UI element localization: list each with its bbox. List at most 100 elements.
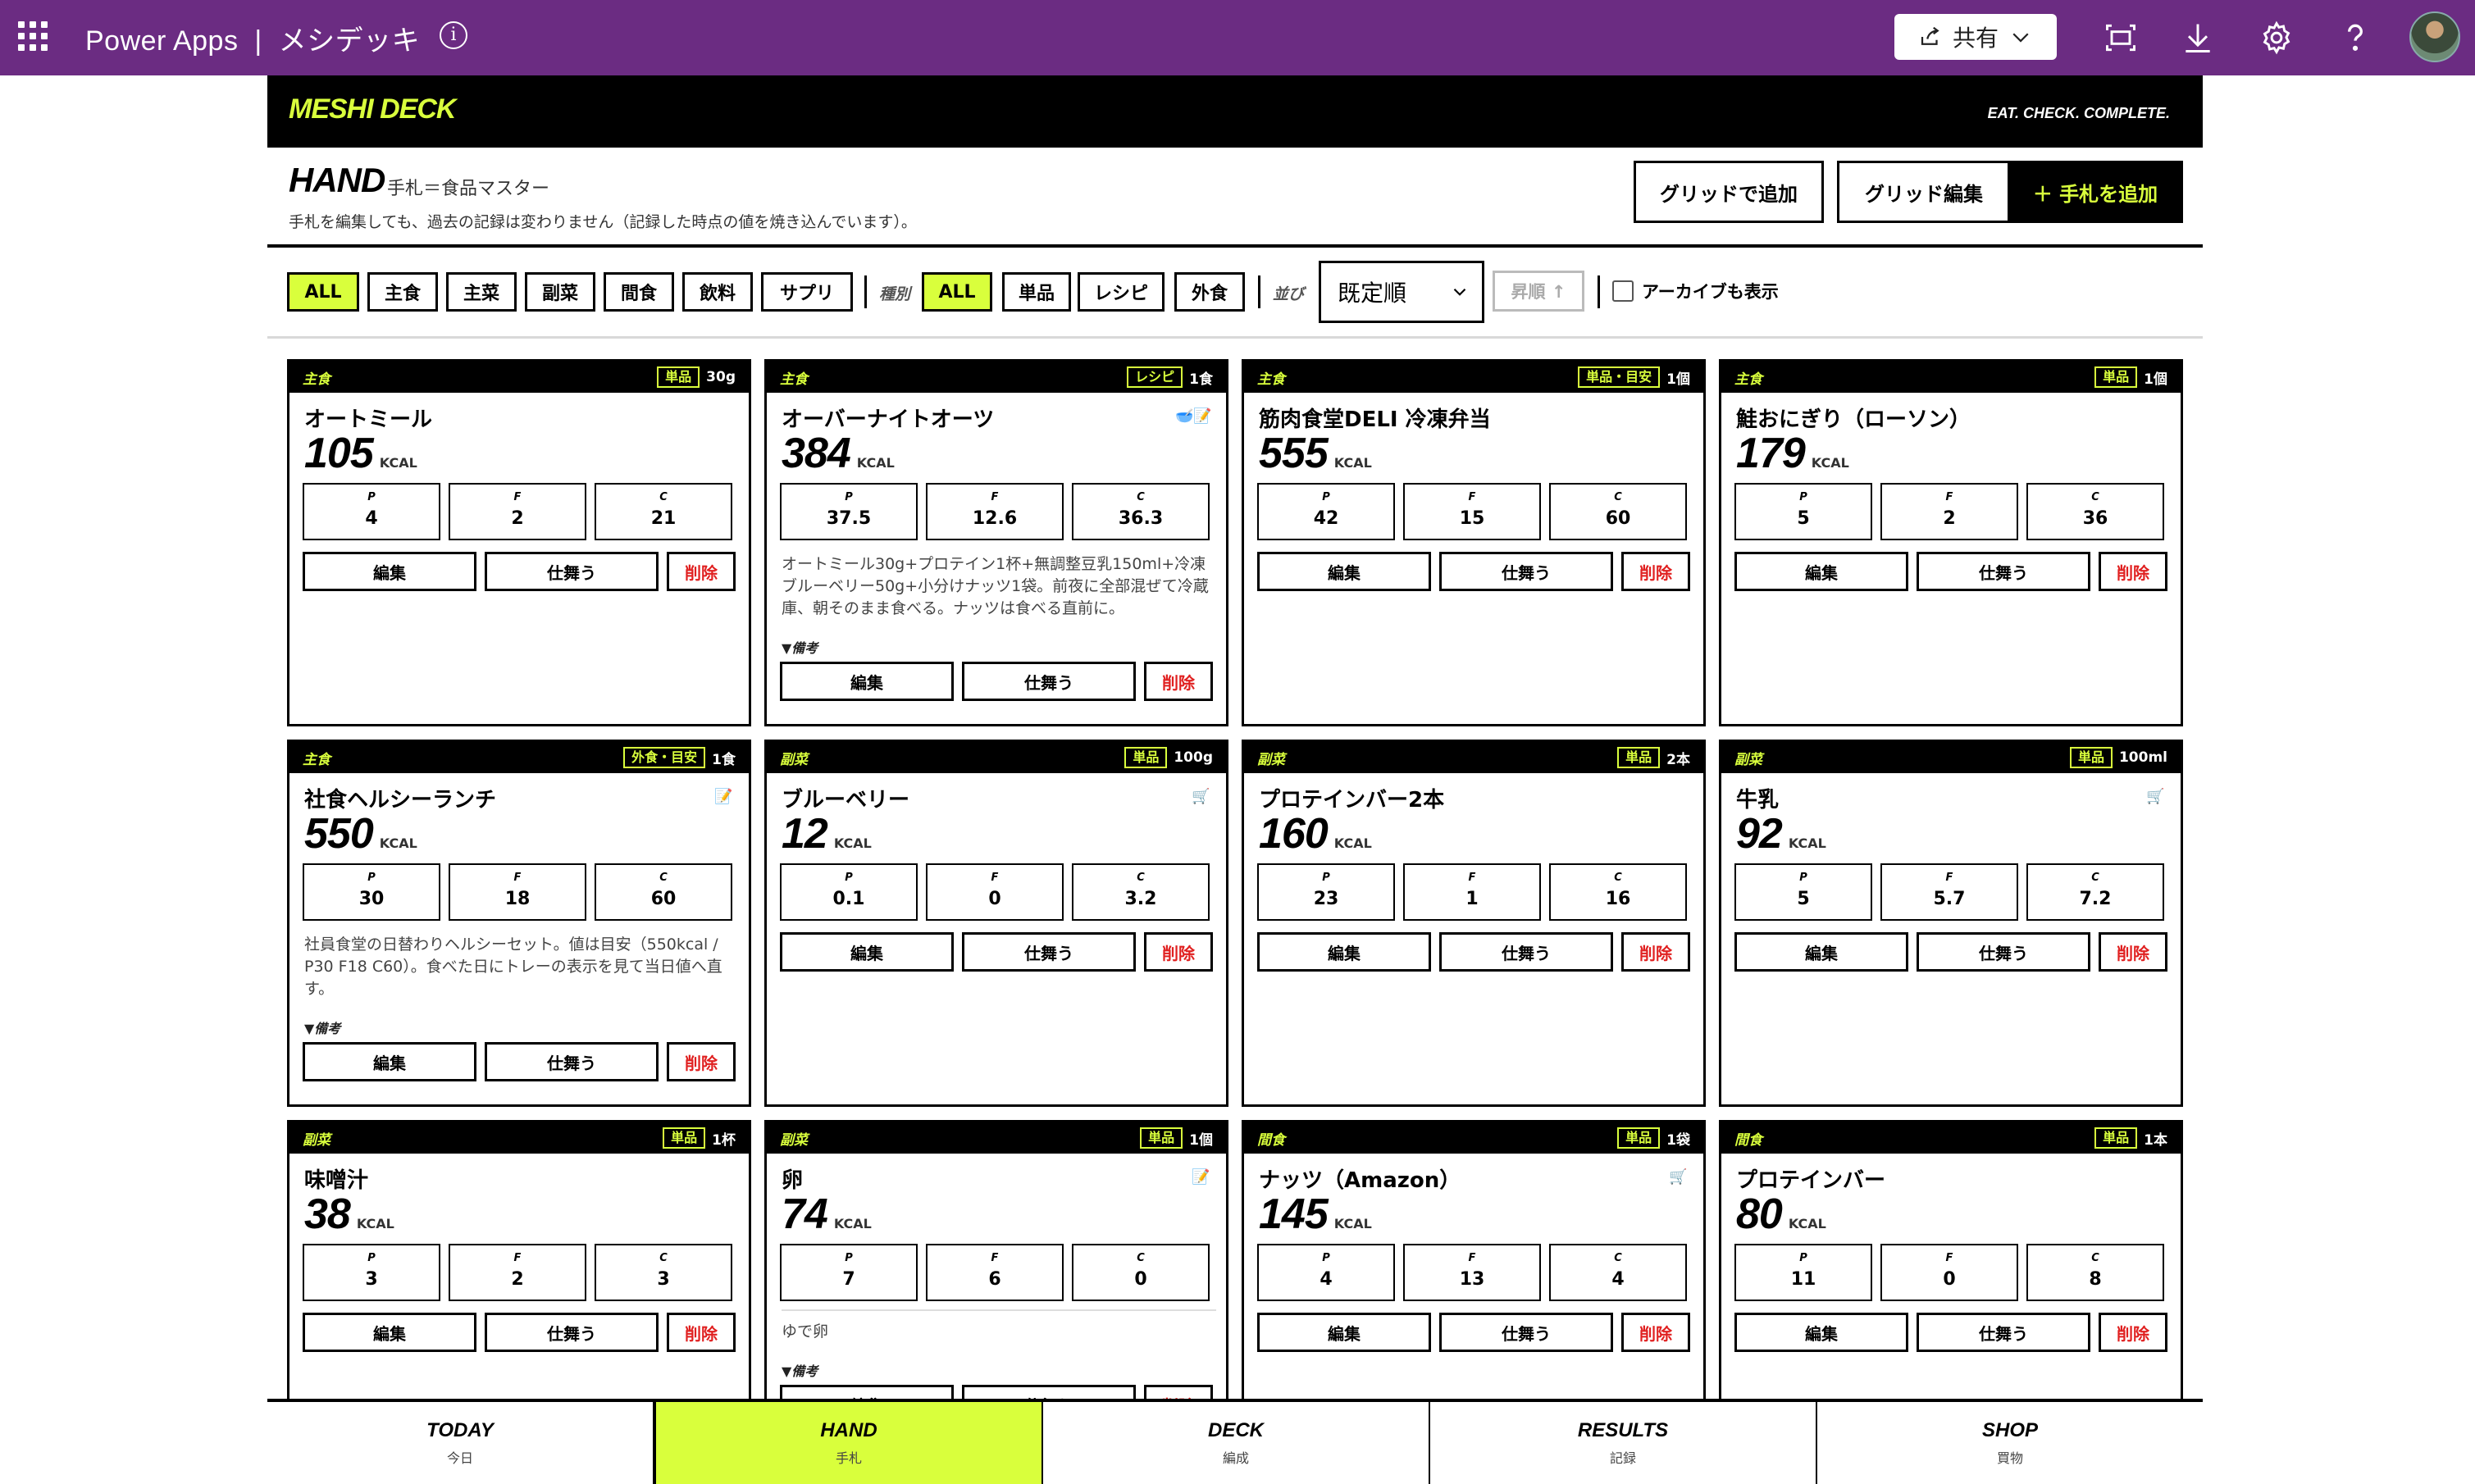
put-away-button[interactable]: 仕舞う	[1439, 552, 1613, 591]
card-memo: 社員食堂の日替わりヘルシーセット。値は目安（550kcal / P30 F18 …	[304, 935, 722, 998]
serving-unit: 1食	[712, 751, 736, 768]
put-away-button[interactable]: 仕舞う	[485, 1042, 659, 1081]
edit-button[interactable]: 編集	[1734, 552, 1908, 591]
filter-category-3[interactable]: 副菜	[525, 272, 595, 312]
filter-category-0[interactable]: ALL	[287, 272, 359, 312]
pfc-key: C	[659, 1252, 668, 1264]
put-away-button[interactable]: 仕舞う	[962, 662, 1136, 701]
grid-edit-button[interactable]: グリッド編集	[1837, 161, 2011, 223]
download-icon[interactable]	[2180, 20, 2216, 56]
card-actions: 編集仕舞う削除	[780, 932, 1213, 972]
nav-today[interactable]: TODAY 今日	[267, 1402, 654, 1484]
edit-button[interactable]: 編集	[1734, 1313, 1908, 1352]
pfc-cell-c: C 36	[2026, 483, 2164, 540]
put-away-button[interactable]: 仕舞う	[1917, 1313, 2090, 1352]
edit-button[interactable]: 編集	[1257, 932, 1431, 972]
pfc-cell-c: C 3.2	[1072, 863, 1210, 921]
add-card-button[interactable]: ＋ 手札を追加	[2008, 161, 2183, 223]
sort-asc-button[interactable]: 昇順 ↑	[1493, 271, 1584, 312]
delete-button[interactable]: 削除	[667, 1313, 736, 1352]
delete-button[interactable]: 削除	[667, 552, 736, 591]
archive-checkbox[interactable]	[1612, 280, 1634, 302]
nav-hand[interactable]: HAND 手札	[654, 1402, 1043, 1484]
put-away-button[interactable]: 仕舞う	[1917, 552, 2090, 591]
filter-kind-0[interactable]: ALL	[922, 272, 992, 312]
edit-button[interactable]: 編集	[303, 1313, 476, 1352]
edit-button[interactable]: 編集	[780, 662, 954, 701]
kcal-value: 74	[782, 1190, 828, 1238]
filter-category-2[interactable]: 主菜	[446, 272, 517, 312]
put-away-button[interactable]: 仕舞う	[1439, 1313, 1613, 1352]
food-card: 主食 単品 30g オートミール 105 KCAL P 4 F 2 C 21 編集 仕舞う 削除	[287, 359, 751, 726]
sort-select[interactable]: 既定順	[1319, 261, 1484, 323]
info-icon[interactable]: i	[440, 21, 467, 49]
card-memo: ゆで卵	[782, 1322, 829, 1341]
share-icon	[1921, 26, 1939, 45]
serving-unit: 1杯	[712, 1131, 736, 1149]
edit-button[interactable]: 編集	[303, 1042, 476, 1081]
put-away-button[interactable]: 仕舞う	[485, 552, 659, 591]
filter-category-6[interactable]: サプリ	[761, 272, 853, 312]
share-button[interactable]: 共有	[1894, 14, 2057, 60]
archive-label: アーカイブも表示	[1642, 282, 1779, 302]
remarks-toggle[interactable]: ▼備考	[304, 1017, 340, 1037]
kcal-label: KCAL	[379, 455, 417, 471]
card-header: 間食 単品 1袋	[1244, 1122, 1703, 1154]
serving-unit: 1個	[1189, 1131, 1213, 1149]
fit-screen-icon[interactable]	[2103, 20, 2139, 56]
delete-button[interactable]: 削除	[1621, 1313, 1690, 1352]
nav-deck[interactable]: DECK 編成	[1043, 1402, 1430, 1484]
delete-button[interactable]: 削除	[1144, 932, 1213, 972]
archive-toggle[interactable]: アーカイブも表示	[1612, 279, 1779, 303]
gear-icon[interactable]	[2258, 20, 2295, 56]
remarks-toggle[interactable]: ▼備考	[782, 637, 818, 657]
edit-button[interactable]: 編集	[303, 552, 476, 591]
avatar[interactable]	[2409, 11, 2460, 62]
put-away-button[interactable]: 仕舞う	[485, 1313, 659, 1352]
put-away-button[interactable]: 仕舞う	[1439, 932, 1613, 972]
chevron-down-icon	[1453, 288, 1466, 296]
put-away-button[interactable]: 仕舞う	[1917, 932, 2090, 972]
filter-kind-1[interactable]: 単品	[1002, 272, 1071, 312]
serving-unit: 1個	[1666, 371, 1690, 388]
delete-button[interactable]: 削除	[667, 1042, 736, 1081]
filter-category-4[interactable]: 間食	[604, 272, 674, 312]
edit-button[interactable]: 編集	[780, 932, 954, 972]
kind-badge: 単品・目安	[1578, 366, 1661, 388]
sort-value: 既定順	[1338, 280, 1407, 307]
put-away-button[interactable]: 仕舞う	[962, 932, 1136, 972]
delete-button[interactable]: 削除	[2099, 1313, 2167, 1352]
pfc-key: P	[845, 1252, 853, 1264]
edit-button[interactable]: 編集	[1257, 1313, 1431, 1352]
delete-button[interactable]: 削除	[1621, 932, 1690, 972]
pfc-key: F	[513, 491, 522, 503]
pfc-value: 8	[2089, 1269, 2102, 1290]
app-launcher-icon[interactable]	[18, 21, 48, 51]
delete-button[interactable]: 削除	[2099, 932, 2167, 972]
grid-add-button[interactable]: グリッドで追加	[1634, 161, 1824, 223]
delete-button[interactable]: 削除	[1144, 662, 1213, 701]
pfc-key: C	[1137, 1252, 1145, 1264]
filter-category-1[interactable]: 主食	[367, 272, 438, 312]
pfc-key: P	[367, 491, 376, 503]
help-icon[interactable]	[2337, 20, 2373, 56]
card-category: 主食	[1734, 371, 1762, 388]
edit-button[interactable]: 編集	[1734, 932, 1908, 972]
delete-button[interactable]: 削除	[1621, 552, 1690, 591]
pfc-value: 36	[2082, 508, 2108, 529]
pfc-value: 12.6	[972, 508, 1018, 529]
nav-shop[interactable]: SHOP 買物	[1817, 1402, 2203, 1484]
pfc-cell-f: F2	[1880, 483, 2018, 540]
delete-button[interactable]: 削除	[2099, 552, 2167, 591]
cart-icon: 🛒	[1669, 1168, 1688, 1186]
filter-kind-2[interactable]: レシピ	[1078, 272, 1165, 312]
pfc-cell-c: C 7.2	[2026, 863, 2164, 921]
pfc-grid: P3F2C3	[303, 1244, 732, 1301]
edit-button[interactable]: 編集	[1257, 552, 1431, 591]
pfc-key: F	[1945, 491, 1953, 503]
remarks-toggle[interactable]: ▼備考	[782, 1360, 818, 1380]
nav-results[interactable]: RESULTS 記録	[1430, 1402, 1817, 1484]
filter-category-5[interactable]: 飲料	[682, 272, 753, 312]
filter-kind-3[interactable]: 外食	[1174, 272, 1245, 312]
page-note: 手札を編集しても、過去の記録は変わりません（記録した時点の値を焼き込んでいます）…	[289, 213, 917, 231]
